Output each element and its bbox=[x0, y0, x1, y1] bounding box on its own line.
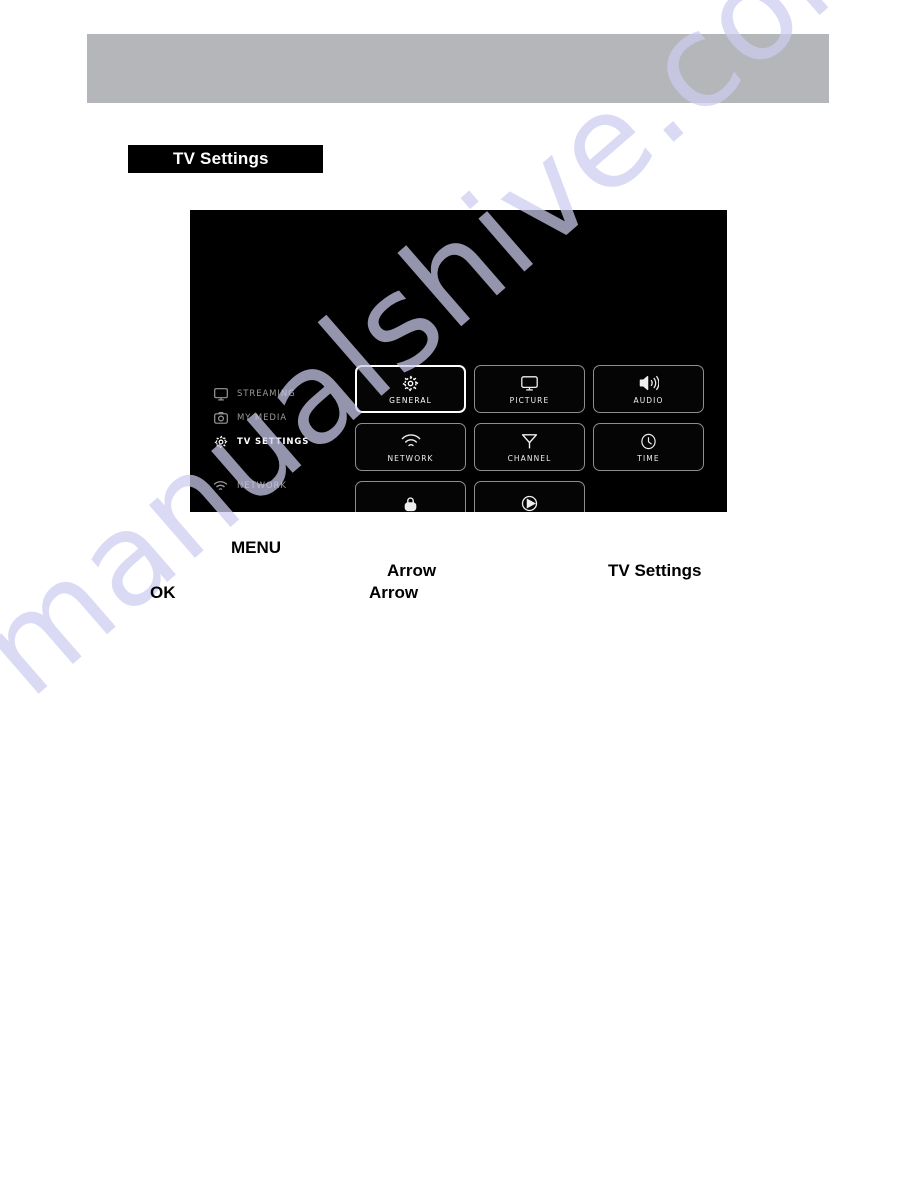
antenna-icon bbox=[521, 431, 538, 451]
play-circle-icon bbox=[521, 494, 538, 513]
gear-icon bbox=[212, 434, 229, 451]
tile-audio[interactable]: AUDIO bbox=[593, 365, 704, 413]
wifi-icon bbox=[212, 478, 229, 495]
sidebar-item-label: TV SETTINGS bbox=[237, 437, 310, 447]
tile-label: AUDIO bbox=[633, 396, 664, 405]
monitor-icon bbox=[212, 386, 229, 403]
sidebar-item-label: STREAMING bbox=[237, 389, 296, 399]
keyword-menu: MENU bbox=[231, 538, 282, 557]
tile-media-play[interactable] bbox=[474, 481, 585, 512]
watermark-layer: manualshive.com bbox=[0, 0, 918, 1188]
tile-picture[interactable]: PICTURE bbox=[474, 365, 585, 413]
gear-icon bbox=[402, 373, 419, 393]
section-title-chip: TV Settings bbox=[128, 145, 323, 173]
sidebar-item-tv-settings[interactable]: TV SETTINGS bbox=[212, 430, 337, 454]
tile-channel[interactable]: CHANNEL bbox=[474, 423, 585, 471]
page-header-bar bbox=[87, 34, 829, 103]
tile-network[interactable]: NETWORK bbox=[355, 423, 466, 471]
tv-menu-sidebar: STREAMING MY MEDIA TV SETTINGS NETWORK bbox=[212, 382, 337, 498]
camera-icon bbox=[212, 410, 229, 427]
monitor-icon bbox=[521, 373, 538, 393]
clock-icon bbox=[640, 431, 657, 451]
tile-time[interactable]: TIME bbox=[593, 423, 704, 471]
tile-lock[interactable] bbox=[355, 481, 466, 512]
sidebar-item-label: MY MEDIA bbox=[237, 413, 287, 423]
tile-label: NETWORK bbox=[387, 454, 434, 463]
keyword-ok: OK bbox=[150, 583, 176, 602]
tile-label: PICTURE bbox=[509, 396, 550, 405]
sidebar-item-my-media[interactable]: MY MEDIA bbox=[212, 406, 337, 430]
sidebar-item-label: NETWORK bbox=[237, 481, 287, 491]
tile-general[interactable]: GENERAL bbox=[355, 365, 466, 413]
sidebar-item-network[interactable]: NETWORK bbox=[212, 474, 337, 498]
keyword-arrow-second: Arrow bbox=[369, 583, 419, 602]
page-title: TV Settings bbox=[173, 149, 269, 168]
keyword-arrow-first: Arrow bbox=[387, 561, 437, 580]
tv-screen-image: STREAMING MY MEDIA TV SETTINGS NETWORK G… bbox=[190, 210, 727, 512]
tile-label: GENERAL bbox=[389, 396, 432, 405]
wifi-icon bbox=[401, 431, 421, 451]
tile-label: TIME bbox=[637, 454, 660, 463]
speaker-icon bbox=[639, 373, 659, 393]
tv-settings-tile-grid: GENERAL PICTURE AUDIO NETWORK CHANNEL TI… bbox=[355, 365, 704, 512]
tile-label: CHANNEL bbox=[507, 454, 552, 463]
sidebar-item-streaming[interactable]: STREAMING bbox=[212, 382, 337, 406]
lock-icon bbox=[403, 494, 418, 513]
keyword-tv-settings: TV Settings bbox=[608, 561, 702, 580]
